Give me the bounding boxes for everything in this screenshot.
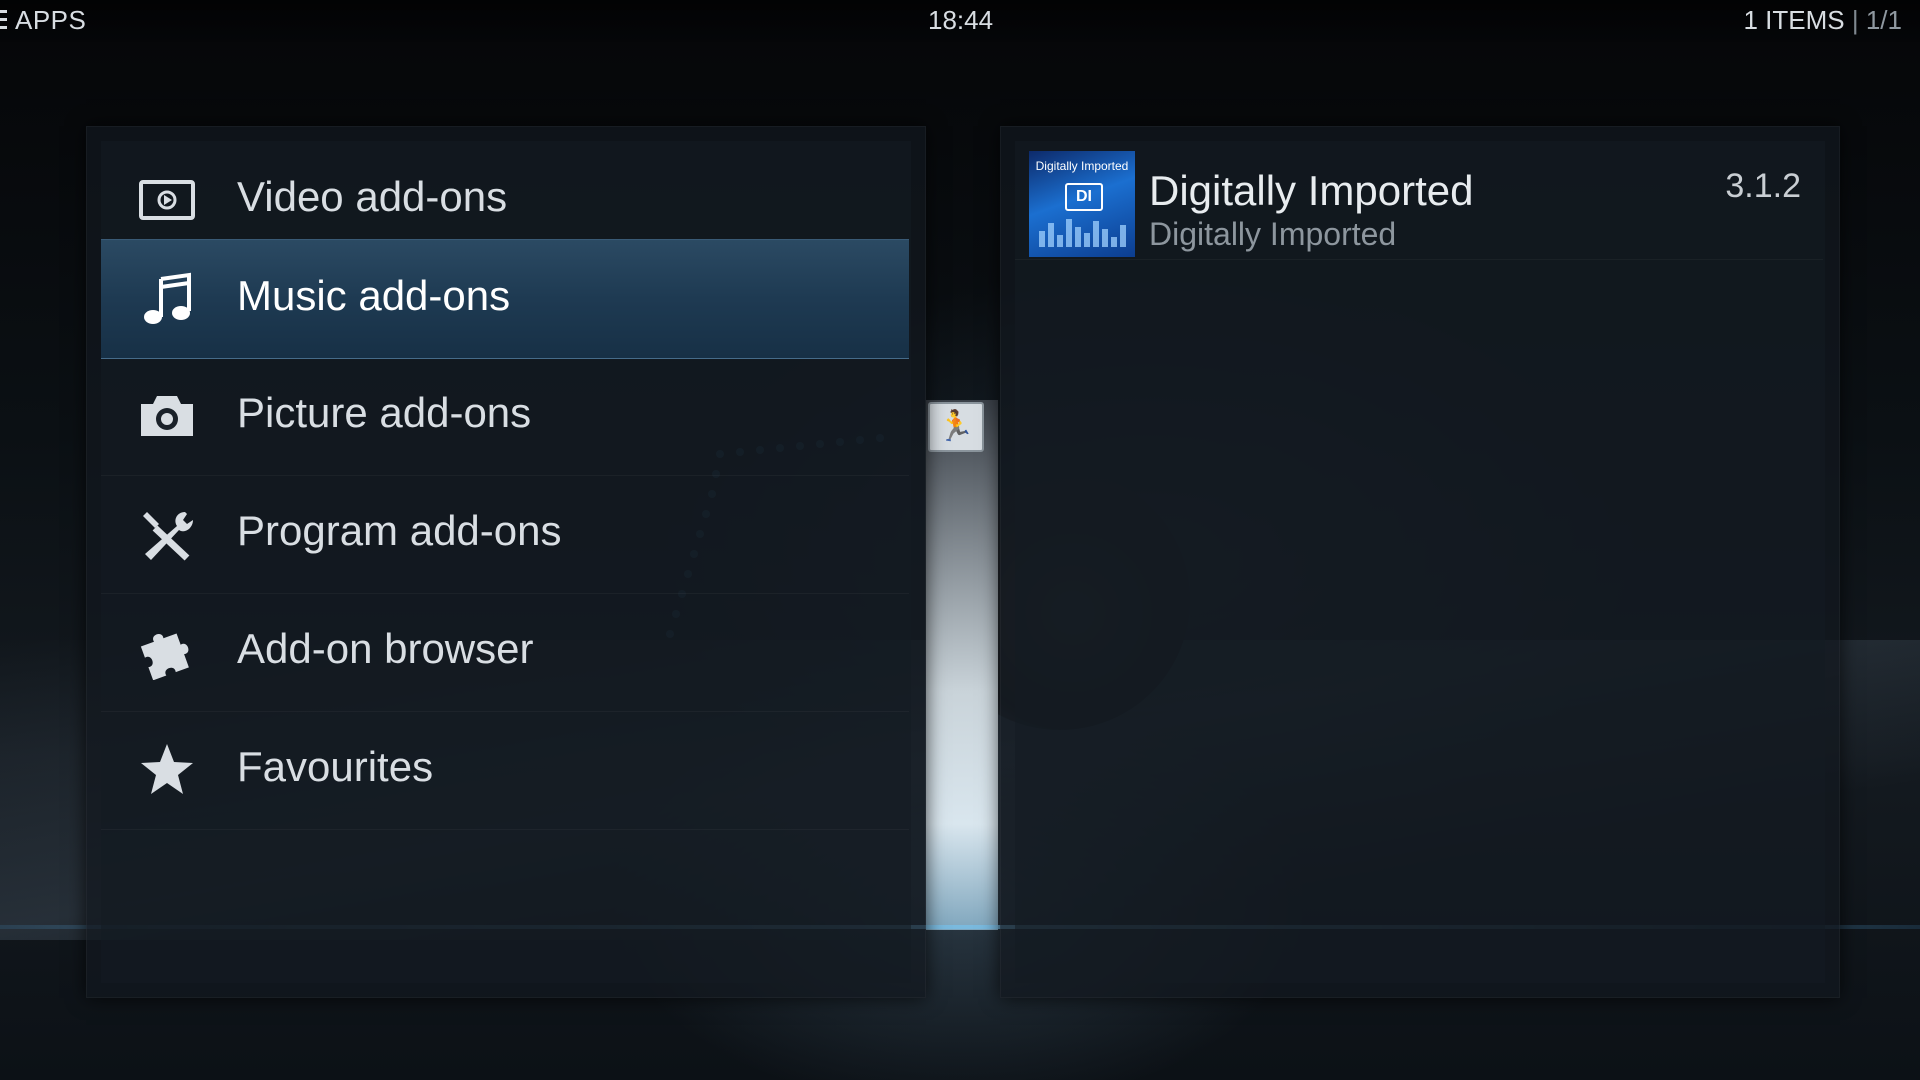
menu-icon[interactable]	[0, 10, 7, 32]
item-count: 1 ITEMS | 1/1	[1743, 5, 1902, 36]
category-label: Favourites	[237, 743, 434, 790]
camera-icon	[141, 396, 193, 436]
puzzle-icon	[140, 633, 189, 680]
video-icon	[139, 180, 195, 220]
addon-thumbnail: Digitally Imported DI	[1029, 151, 1135, 257]
di-logo-icon: DI	[1065, 183, 1103, 211]
star-icon	[141, 744, 193, 794]
equalizer-icon	[1039, 219, 1126, 247]
category-favourites[interactable]: Favourites	[101, 711, 909, 830]
item-count-separator: |	[1851, 5, 1859, 35]
thumbnail-title: Digitally Imported	[1035, 159, 1129, 173]
category-picture-addons[interactable]: Picture add-ons	[101, 357, 909, 476]
addon-list: Digitally Imported DI Digitally Imported…	[1015, 141, 1825, 983]
addon-list-panel: Digitally Imported DI Digitally Imported…	[1000, 126, 1840, 998]
category-list: Video add-ons Music add-ons Picture add-…	[101, 141, 911, 983]
window-title: APPS	[15, 5, 87, 35]
category-label: Program add-ons	[237, 507, 562, 554]
category-music-addons[interactable]: Music add-ons	[101, 239, 909, 359]
category-addon-browser[interactable]: Add-on browser	[101, 593, 909, 712]
kodi-screen: 🏃 APPS 18:44 1 ITEMS | 1/1 Video add-ons…	[0, 0, 1920, 1080]
top-bar: APPS 18:44 1 ITEMS | 1/1	[0, 0, 1920, 42]
page-indicator: 1/1	[1865, 5, 1902, 35]
background-door	[926, 400, 998, 930]
exit-sign-icon: 🏃	[928, 402, 984, 452]
addon-version: 3.1.2	[1725, 167, 1801, 205]
category-program-addons[interactable]: Program add-ons	[101, 475, 909, 594]
category-label: Add-on browser	[237, 625, 534, 672]
music-note-icon	[144, 272, 191, 324]
category-label: Picture add-ons	[237, 389, 532, 436]
addon-name: Digitally Imported	[1149, 167, 1474, 214]
clock: 18:44	[928, 5, 994, 35]
category-panel: Video add-ons Music add-ons Picture add-…	[86, 126, 926, 998]
item-count-label: 1 ITEMS	[1743, 5, 1845, 35]
category-label: Video add-ons	[237, 173, 508, 220]
category-label: Music add-ons	[237, 272, 511, 319]
addon-list-item[interactable]: Digitally Imported DI Digitally Imported…	[1015, 141, 1823, 260]
addon-subtitle: Digitally Imported	[1149, 216, 1397, 252]
tools-icon	[143, 512, 193, 561]
